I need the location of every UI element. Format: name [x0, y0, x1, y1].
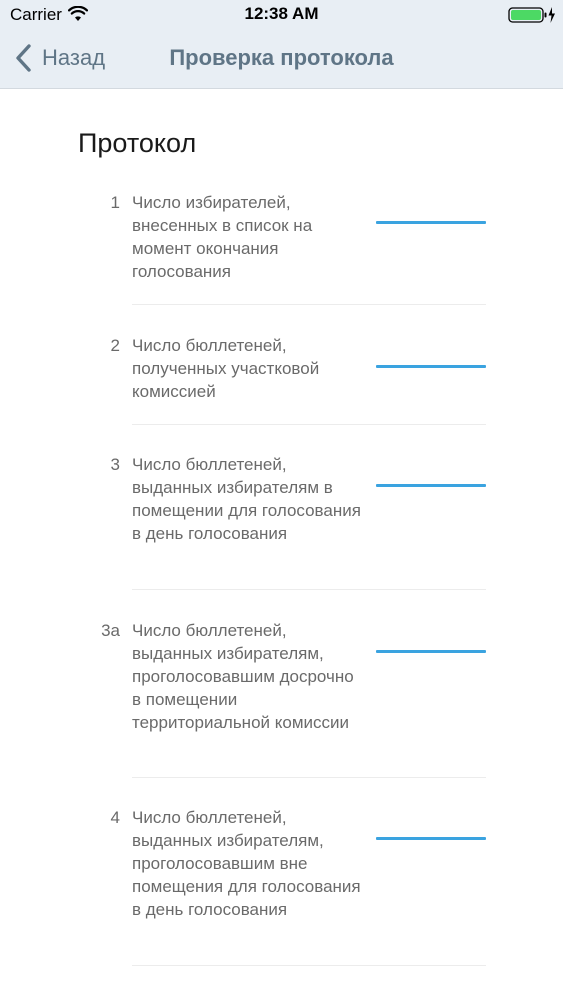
row-label: Число избирателей, внесенных в список на…	[132, 193, 313, 281]
row-number: 3а	[101, 621, 120, 640]
page-title: Проверка протокола	[169, 45, 394, 70]
row-value-field[interactable]	[376, 221, 486, 224]
row-number: 2	[110, 336, 120, 355]
protocol-row: 1 Число избирателей, внесенных в список …	[78, 191, 486, 305]
row-divider	[132, 424, 486, 425]
row-divider	[132, 304, 486, 305]
protocol-row: 3 Число бюллетеней, выданных избирателям…	[78, 453, 486, 590]
row-value-field[interactable]	[376, 365, 486, 368]
section-title: Протокол	[78, 128, 197, 158]
row-divider	[132, 965, 486, 966]
nav-title-wrapper: Проверка протокола	[0, 45, 563, 71]
clock-label: 12:38 AM	[244, 4, 319, 23]
row-label: Число бюллетеней, выданных избирателям, …	[132, 808, 361, 919]
row-number: 4	[110, 808, 120, 827]
protocol-row: 2 Число бюллетеней, полученных участково…	[78, 334, 486, 425]
protocol-row: 4 Число бюллетеней, выданных избирателям…	[78, 806, 486, 966]
screen: Carrier 12:38 AM Назад Проверка протокол…	[0, 0, 563, 1000]
navigation-bar: Назад Проверка протокола	[0, 30, 563, 89]
row-label: Число бюллетеней, полученных участковой …	[132, 336, 320, 401]
row-value-field[interactable]	[376, 650, 486, 653]
battery-charging-icon	[508, 7, 555, 23]
row-label: Число бюллетеней, выданных избирателям в…	[132, 455, 361, 543]
row-divider	[132, 589, 486, 590]
row-label: Число бюллетеней, выданных избирателям, …	[132, 621, 354, 732]
row-number: 1	[110, 193, 120, 212]
status-bar: Carrier 12:38 AM	[0, 0, 563, 30]
row-value-field[interactable]	[376, 837, 486, 840]
row-number: 3	[110, 455, 120, 474]
row-divider	[132, 777, 486, 778]
row-value-field[interactable]	[376, 484, 486, 487]
protocol-row: 3а Число бюллетеней, выданных избирателя…	[78, 619, 486, 778]
